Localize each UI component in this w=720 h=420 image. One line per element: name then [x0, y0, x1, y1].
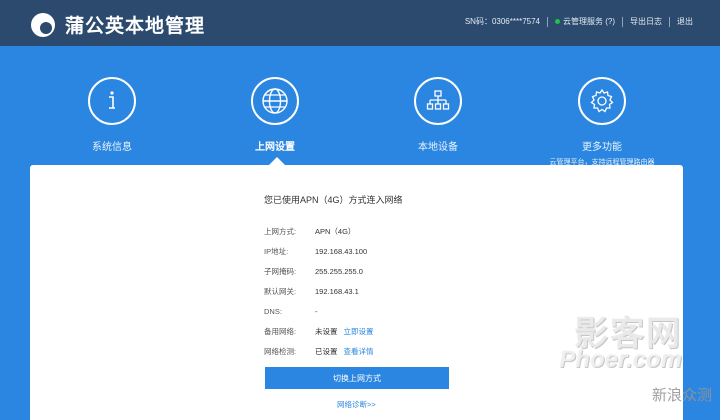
nav-label: 更多功能 — [582, 142, 622, 153]
app-title: 蒲公英本地管理 — [65, 16, 206, 37]
nav-label: 上网设置 — [255, 142, 295, 153]
detail-key: DNS: — [264, 306, 282, 316]
cloud-service-link[interactable]: 云管理服务 (?) — [563, 16, 615, 27]
network-diagnose-link[interactable]: 网络诊断>> — [337, 399, 376, 410]
detail-row: 备用网络: 未设置 立即设置 — [264, 321, 374, 341]
detail-key: 子网掩码: — [264, 266, 297, 276]
export-log-link[interactable]: 导出日志 — [630, 16, 662, 27]
divider — [669, 16, 670, 27]
detail-row: IP地址: 192.168.43.100 — [264, 241, 374, 261]
detail-key: 网络检测: — [264, 346, 297, 356]
nav-internet-settings[interactable]: 上网设置 — [220, 77, 330, 153]
nav-system-info[interactable]: 系统信息 — [57, 77, 167, 153]
nav-more-features[interactable]: 更多功能 云管理平台，支持远程管理路由器 — [547, 77, 657, 167]
detail-value: APN（4G） — [315, 226, 356, 236]
watermark-text: 新浪众测 — [651, 387, 712, 404]
nav-label: 本地设备 — [418, 142, 458, 153]
detail-value: - — [315, 306, 318, 316]
detail-value: 192.168.43.100 — [315, 246, 368, 256]
network-tree-icon — [414, 77, 462, 125]
detail-value: 255.255.255.0 — [315, 266, 363, 276]
nav-local-devices[interactable]: 本地设备 — [383, 77, 493, 153]
active-tab-pointer — [269, 157, 285, 165]
switch-connection-button[interactable]: 切换上网方式 — [265, 367, 449, 389]
globe-icon — [251, 77, 299, 125]
nav-label: 系统信息 — [92, 142, 132, 153]
internet-settings-panel: 您已使用APN（4G）方式连入网络 上网方式: APN（4G） IP地址: 19… — [30, 165, 683, 420]
logout-link[interactable]: 退出 — [677, 16, 693, 27]
brand: 蒲公英本地管理 — [31, 11, 205, 38]
connection-status-heading: 您已使用APN（4G）方式连入网络 — [264, 195, 403, 205]
detail-key: 默认网关: — [264, 286, 297, 296]
detail-row: 网络检测: 已设置 查看详情 — [264, 341, 374, 361]
detail-key: IP地址: — [264, 246, 289, 256]
detail-key: 备用网络: — [264, 326, 297, 336]
watermark-text: Phoer.com — [559, 346, 682, 373]
top-bar: 蒲公英本地管理 SN码：0306****7574 云管理服务 (?) 导出日志 … — [0, 0, 720, 46]
detail-key: 上网方式: — [264, 226, 297, 236]
detail-row: 上网方式: APN（4G） — [264, 221, 374, 241]
detail-value: 未设置 — [315, 326, 338, 336]
gear-icon — [578, 77, 626, 125]
detail-row: DNS: - — [264, 301, 374, 321]
status-dot-icon — [555, 19, 560, 24]
detail-value: 192.168.43.1 — [315, 286, 359, 296]
info-icon — [88, 77, 136, 125]
divider — [547, 16, 548, 27]
detail-value: 已设置 — [315, 346, 338, 356]
detail-row: 子网掩码: 255.255.255.0 — [264, 261, 374, 281]
connection-details: 上网方式: APN（4G） IP地址: 192.168.43.100 子网掩码:… — [264, 221, 374, 361]
sn-code: SN码：0306****7574 — [464, 17, 540, 26]
divider — [622, 16, 623, 27]
view-details-link[interactable]: 查看详情 — [344, 346, 374, 357]
header-actions: SN码：0306****7574 云管理服务 (?) 导出日志 退出 — [465, 16, 693, 27]
logo-icon — [31, 12, 55, 37]
setup-backup-link[interactable]: 立即设置 — [344, 326, 374, 337]
detail-row: 默认网关: 192.168.43.1 — [264, 281, 374, 301]
